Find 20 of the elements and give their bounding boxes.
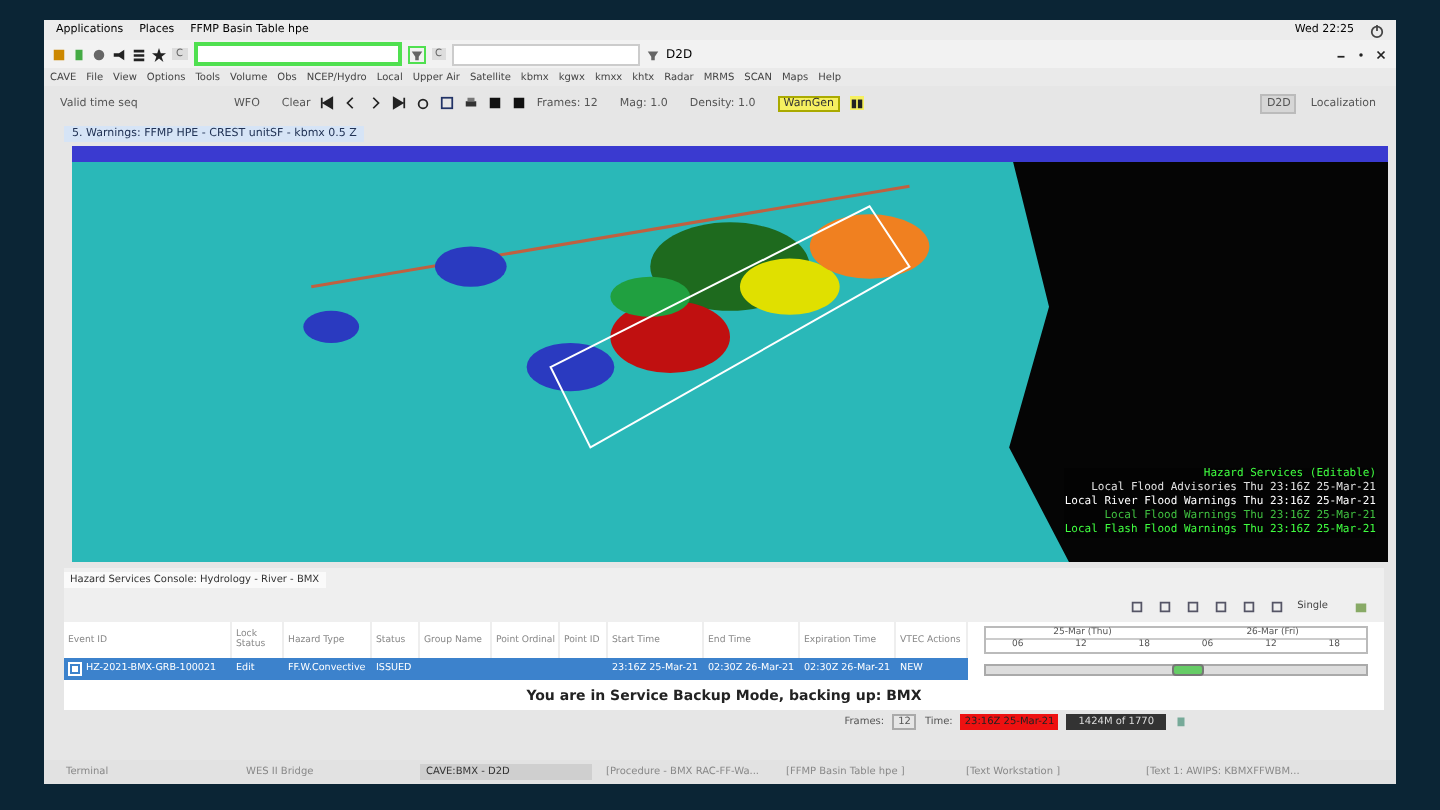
first-frame-icon[interactable]: [320, 96, 335, 110]
loop-icon[interactable]: [416, 96, 431, 110]
previous-icon[interactable]: [344, 96, 359, 110]
checkbox[interactable]: [68, 662, 82, 676]
timeline-thumb[interactable]: [1172, 663, 1205, 675]
filter-icon[interactable]: [646, 47, 660, 61]
next-icon[interactable]: [368, 96, 383, 110]
last-frame-icon[interactable]: [392, 96, 407, 110]
filter-icon[interactable]: [407, 45, 425, 63]
binoculars-icon[interactable]: [850, 96, 864, 110]
command-field[interactable]: [452, 43, 640, 65]
image-icon[interactable]: [440, 96, 455, 110]
power-icon[interactable]: [1370, 23, 1384, 37]
close-icon[interactable]: [1374, 47, 1388, 61]
print-icon[interactable]: [464, 96, 479, 110]
square-icon[interactable]: [488, 96, 503, 110]
command-field[interactable]: [193, 42, 401, 66]
toolbar-icon[interactable]: [152, 47, 166, 61]
toolbar-icon[interactable]: [132, 47, 146, 61]
square-icon[interactable]: [512, 96, 527, 110]
